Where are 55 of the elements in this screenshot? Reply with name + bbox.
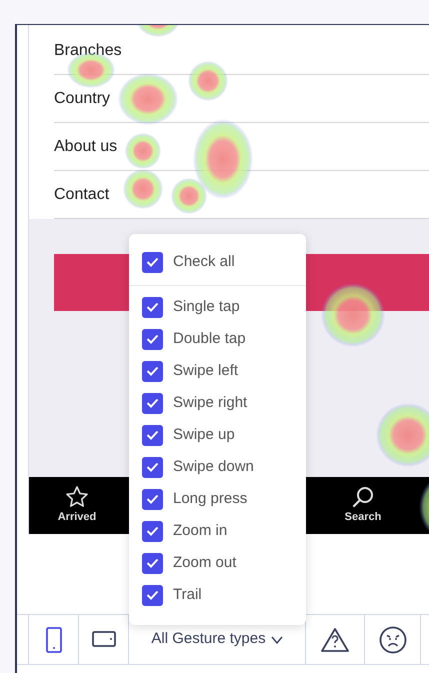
checkbox-label[interactable]: Zoom in [173,520,228,542]
check-icon [146,334,159,344]
checkbox[interactable] [142,488,163,510]
heat-spot-overlay [125,133,161,169]
checkbox-label[interactable]: Double tap [173,328,246,350]
gesture-type-dropdown[interactable]: All Gesture types [151,628,283,651]
checkbox[interactable] [142,424,163,446]
heat-spot-overlay [188,61,228,101]
checkbox[interactable] [142,584,163,606]
checkbox[interactable] [142,360,163,382]
checkbox-label[interactable]: Swipe down [173,456,254,478]
checkbox-label[interactable]: Trail [173,584,202,606]
search-icon [351,485,375,510]
checkbox[interactable] [142,456,163,478]
heat-spot-overlay [136,25,180,37]
check-icon [146,526,159,536]
checkbox[interactable] [142,392,163,414]
check-icon [146,590,159,600]
menu-item[interactable]: Contact [54,182,110,206]
nav-tab[interactable]: Arrived [29,477,125,534]
checkbox[interactable] [142,296,163,318]
checkbox-label[interactable]: Single tap [173,296,240,318]
checkbox-label[interactable]: Zoom out [173,552,236,574]
check-icon [146,462,159,472]
checkbox-label[interactable]: Swipe right [173,392,248,414]
check-icon [146,302,159,312]
caret-icon [270,636,283,644]
checkbox-label[interactable]: Check all [173,250,235,274]
warning-icon [320,626,350,652]
check-icon [146,398,159,408]
star-icon [65,485,89,510]
check-icon [146,366,159,376]
warning-button[interactable] [320,626,350,652]
checkbox-label[interactable]: Swipe left [173,360,238,382]
nav-tab[interactable]: Search [315,477,411,534]
checkbox-label[interactable]: Swipe up [173,424,235,446]
check-icon [146,558,159,568]
frown-face-icon [378,626,406,654]
checkbox[interactable] [142,520,163,542]
heat-spot-overlay [376,403,429,467]
checkbox[interactable] [142,552,163,574]
phone-icon [46,626,62,652]
menu-item[interactable]: Country [54,86,110,110]
tablet-icon [92,631,116,648]
check-icon [146,257,159,267]
heat-spot-overlay [321,283,385,347]
checkbox[interactable] [142,328,163,350]
checkbox-label[interactable]: Long press [173,488,248,510]
menu-item[interactable]: About us [54,134,118,158]
checkbox[interactable] [142,252,163,272]
check-icon [146,494,159,504]
check-icon [146,430,159,440]
heat-spot-overlay [123,169,163,209]
heat-spot-overlay [118,73,178,125]
frown-face-button[interactable] [378,626,406,654]
